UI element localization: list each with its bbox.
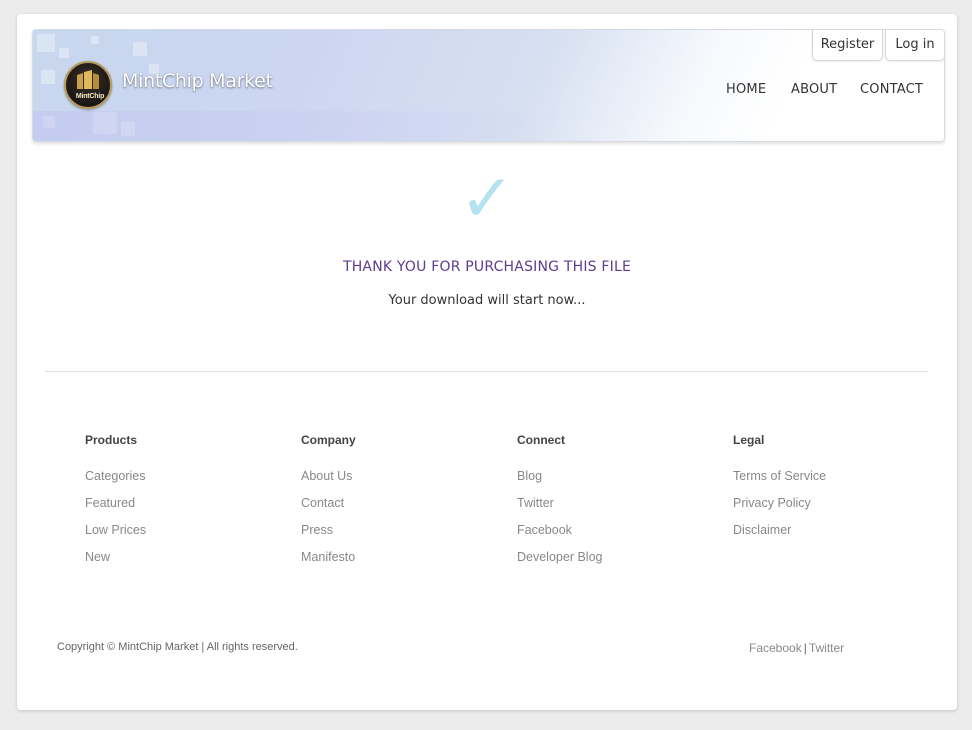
nav-home[interactable]: HOME bbox=[726, 82, 766, 97]
footer-link-contact[interactable]: Contact bbox=[301, 495, 356, 522]
page-card: MintChip MintChip Market Register Log in… bbox=[17, 14, 957, 710]
footer-link-twitter[interactable]: Twitter bbox=[517, 495, 602, 522]
nav-about[interactable]: ABOUT bbox=[791, 82, 837, 97]
footer-column-title: Products bbox=[85, 433, 138, 447]
footer-link-featured[interactable]: Featured bbox=[85, 495, 146, 522]
decor-square bbox=[37, 34, 55, 52]
checkmark-icon: ✓ bbox=[459, 160, 515, 237]
footer-column-legal: Legal Terms of Service Privacy Policy Di… bbox=[733, 433, 826, 549]
site-title[interactable]: MintChip Market bbox=[122, 70, 273, 92]
footer-link-new[interactable]: New bbox=[85, 549, 146, 576]
social-links: Facebook | Twitter bbox=[749, 641, 844, 655]
social-link-facebook[interactable]: Facebook bbox=[749, 641, 802, 655]
footer-column-title: Company bbox=[301, 433, 356, 447]
logo-badge[interactable]: MintChip bbox=[64, 61, 112, 109]
copyright-text: Copyright © MintChip Market | All rights… bbox=[57, 641, 298, 653]
thank-you-heading: THANK YOU FOR PURCHASING THIS FILE bbox=[342, 259, 632, 275]
footer-link-privacy[interactable]: Privacy Policy bbox=[733, 495, 826, 522]
site-header: MintChip MintChip Market Register Log in… bbox=[32, 29, 945, 142]
footer-column-products: Products Categories Featured Low Prices … bbox=[85, 433, 146, 576]
footer-link-press[interactable]: Press bbox=[301, 522, 356, 549]
login-button[interactable]: Log in bbox=[885, 30, 944, 61]
footer-link-blog[interactable]: Blog bbox=[517, 468, 602, 495]
footer-link-terms[interactable]: Terms of Service bbox=[733, 468, 826, 495]
footer-column-title: Legal bbox=[733, 433, 765, 447]
footer-link-about-us[interactable]: About Us bbox=[301, 468, 356, 495]
footer-link-facebook[interactable]: Facebook bbox=[517, 522, 602, 549]
register-button[interactable]: Register bbox=[812, 30, 883, 61]
footer-link-developer-blog[interactable]: Developer Blog bbox=[517, 549, 602, 576]
divider bbox=[45, 371, 928, 372]
footer-link-categories[interactable]: Categories bbox=[85, 468, 146, 495]
header-glow bbox=[33, 111, 580, 141]
decor-square bbox=[59, 48, 69, 58]
nav-contact[interactable]: CONTACT bbox=[860, 82, 923, 97]
footer-link-manifesto[interactable]: Manifesto bbox=[301, 549, 356, 576]
buildings-icon bbox=[77, 70, 99, 89]
decor-square bbox=[91, 36, 99, 44]
decor-square bbox=[41, 70, 55, 84]
logo-text: MintChip bbox=[75, 93, 105, 100]
decor-square bbox=[133, 42, 147, 56]
download-message: Your download will start now... bbox=[388, 293, 586, 308]
footer-column-connect: Connect Blog Twitter Facebook Developer … bbox=[517, 433, 602, 576]
footer-column-title: Connect bbox=[517, 433, 565, 447]
footer-column-company: Company About Us Contact Press Manifesto bbox=[301, 433, 356, 576]
social-separator: | bbox=[803, 641, 807, 655]
footer-link-disclaimer[interactable]: Disclaimer bbox=[733, 522, 826, 549]
social-link-twitter[interactable]: Twitter bbox=[809, 641, 844, 655]
footer-link-low-prices[interactable]: Low Prices bbox=[85, 522, 146, 549]
